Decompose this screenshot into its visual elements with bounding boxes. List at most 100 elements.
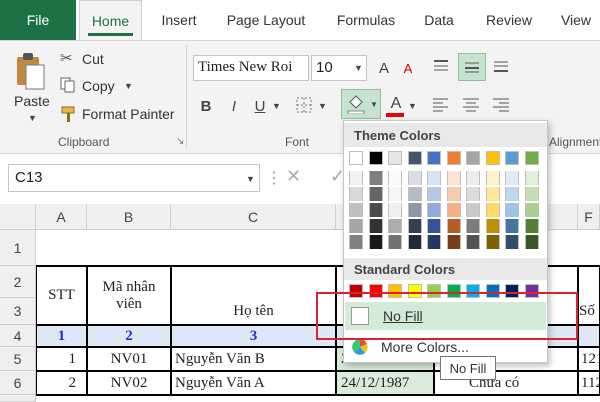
column-header-c[interactable]: C: [171, 204, 336, 230]
align-bottom-icon[interactable]: [492, 59, 510, 75]
theme-color-swatch[interactable]: [524, 171, 539, 185]
header-so[interactable]: Số: [578, 266, 600, 325]
tab-view[interactable]: View: [552, 0, 600, 40]
theme-color-swatch[interactable]: [388, 151, 402, 165]
theme-color-swatch[interactable]: [407, 187, 422, 201]
theme-color-swatch[interactable]: [485, 235, 500, 249]
theme-color-swatch[interactable]: [427, 187, 441, 201]
align-left-icon[interactable]: [432, 97, 450, 113]
align-center-icon[interactable]: [462, 97, 480, 113]
font-name-combobox[interactable]: Times New Roi: [193, 55, 309, 81]
theme-color-swatch[interactable]: [427, 235, 441, 249]
italic-button[interactable]: I: [224, 95, 244, 117]
tab-formulas[interactable]: Formulas: [324, 0, 408, 40]
cell-f5[interactable]: 121: [578, 347, 600, 371]
grow-font-button[interactable]: A: [374, 57, 394, 79]
cell-c6[interactable]: Nguyễn Văn A: [171, 371, 336, 395]
theme-color-swatch[interactable]: [505, 203, 519, 217]
theme-color-swatch[interactable]: [368, 235, 383, 249]
theme-color-swatch[interactable]: [427, 151, 441, 165]
cancel-icon[interactable]: ✕: [286, 166, 301, 187]
cell-f4[interactable]: [578, 325, 600, 347]
theme-color-swatch[interactable]: [524, 235, 539, 249]
row-header-4[interactable]: 4: [0, 325, 36, 347]
fill-color-button[interactable]: ▼: [341, 89, 381, 119]
paste-icon[interactable]: [14, 51, 46, 93]
row-header-3[interactable]: 3: [0, 298, 36, 325]
tab-file[interactable]: File: [0, 0, 76, 40]
theme-color-swatch[interactable]: [427, 171, 441, 185]
tab-insert[interactable]: Insert: [150, 0, 208, 40]
font-color-button[interactable]: A: [386, 93, 406, 115]
column-header-b[interactable]: B: [87, 204, 171, 230]
theme-color-swatch[interactable]: [466, 235, 480, 249]
cell-a4[interactable]: 1: [36, 325, 87, 347]
header-stt[interactable]: STT: [36, 266, 87, 325]
theme-color-swatch[interactable]: [349, 203, 363, 217]
theme-color-swatch[interactable]: [407, 171, 422, 185]
theme-color-swatch[interactable]: [446, 187, 461, 201]
theme-color-swatch[interactable]: [349, 219, 363, 233]
theme-color-swatch[interactable]: [388, 219, 402, 233]
theme-color-swatch[interactable]: [446, 235, 461, 249]
theme-color-swatch[interactable]: [446, 171, 461, 185]
theme-color-swatch[interactable]: [407, 219, 422, 233]
theme-color-swatch[interactable]: [407, 235, 422, 249]
chevron-down-icon[interactable]: ▼: [408, 101, 417, 111]
theme-color-swatch[interactable]: [485, 171, 500, 185]
theme-color-swatch[interactable]: [505, 219, 519, 233]
align-middle-button[interactable]: [458, 53, 486, 81]
theme-color-swatch[interactable]: [466, 219, 480, 233]
align-right-icon[interactable]: [492, 97, 510, 113]
theme-color-swatch[interactable]: [427, 203, 441, 217]
dialog-launcher-icon[interactable]: ↘: [176, 136, 184, 147]
theme-color-swatch[interactable]: [505, 187, 519, 201]
theme-color-swatch[interactable]: [505, 151, 519, 165]
name-box[interactable]: C13: [8, 164, 260, 192]
theme-color-swatch[interactable]: [466, 203, 480, 217]
theme-color-swatch[interactable]: [524, 151, 539, 165]
align-top-icon[interactable]: [432, 59, 450, 75]
theme-color-swatch[interactable]: [446, 219, 461, 233]
theme-color-swatch[interactable]: [368, 187, 383, 201]
theme-color-swatch[interactable]: [466, 151, 480, 165]
cell-d6[interactable]: 24/12/1987: [336, 371, 434, 395]
chevron-down-icon[interactable]: ▼: [246, 174, 255, 184]
theme-color-swatch[interactable]: [368, 151, 383, 165]
header-ho-ten[interactable]: Họ tên: [171, 266, 336, 325]
row-header-5[interactable]: 5: [0, 347, 36, 371]
theme-color-swatch[interactable]: [485, 203, 500, 217]
theme-color-swatch[interactable]: [388, 203, 402, 217]
shrink-font-button[interactable]: A: [398, 57, 418, 79]
theme-color-swatch[interactable]: [427, 219, 441, 233]
tab-home[interactable]: Home: [79, 0, 142, 40]
theme-color-swatch[interactable]: [407, 151, 422, 165]
chevron-down-icon[interactable]: ▼: [28, 113, 37, 123]
cell-c4[interactable]: 3: [171, 325, 336, 347]
theme-color-swatch[interactable]: [524, 187, 539, 201]
theme-color-swatch[interactable]: [446, 151, 461, 165]
tab-page-layout[interactable]: Page Layout: [216, 0, 316, 40]
theme-color-swatch[interactable]: [368, 203, 383, 217]
cell-a5[interactable]: 1: [36, 347, 87, 371]
theme-color-swatch[interactable]: [349, 151, 363, 165]
theme-color-swatch[interactable]: [485, 151, 500, 165]
column-header-a[interactable]: A: [36, 204, 87, 230]
cut-button[interactable]: Cut: [82, 51, 104, 67]
row-header-1[interactable]: 1: [0, 230, 36, 266]
cell-b6[interactable]: NV02: [87, 371, 171, 395]
copy-button[interactable]: Copy: [82, 78, 115, 94]
paste-label[interactable]: Paste: [14, 93, 50, 109]
column-header-f[interactable]: F: [578, 204, 600, 230]
theme-color-swatch[interactable]: [349, 187, 363, 201]
theme-color-swatch[interactable]: [524, 219, 539, 233]
theme-color-swatch[interactable]: [446, 203, 461, 217]
tab-data[interactable]: Data: [414, 0, 464, 40]
row-header-7[interactable]: [0, 395, 36, 402]
chevron-down-icon[interactable]: ▼: [272, 101, 281, 111]
theme-color-swatch[interactable]: [466, 171, 480, 185]
cell-b4[interactable]: 2: [87, 325, 171, 347]
theme-color-swatch[interactable]: [349, 235, 363, 249]
underline-button[interactable]: U: [250, 95, 270, 117]
theme-color-swatch[interactable]: [485, 187, 500, 201]
